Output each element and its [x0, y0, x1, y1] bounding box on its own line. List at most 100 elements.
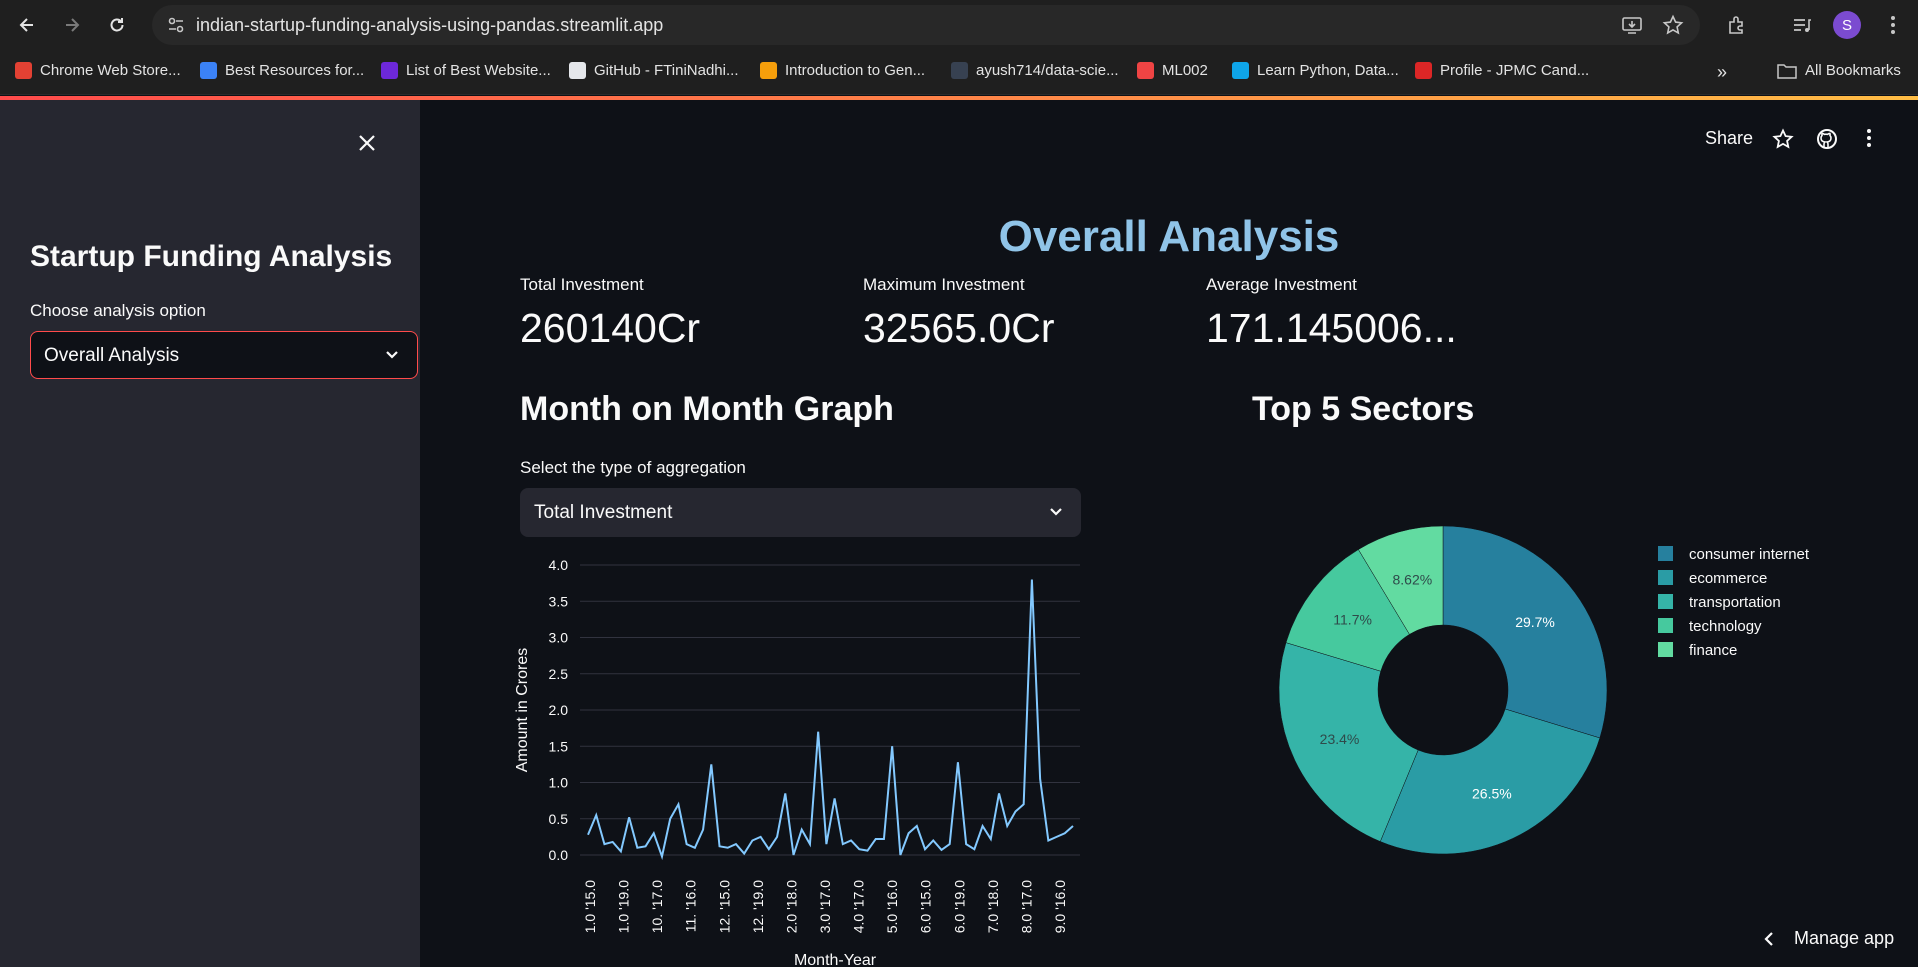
more-bookmarks-chevron-icon[interactable]: »	[1717, 62, 1727, 83]
series-line[interactable]	[587, 579, 1074, 861]
bookmark-star-icon[interactable]	[1660, 12, 1686, 38]
analysis-option-value: Overall Analysis	[44, 345, 180, 366]
bookmark-item[interactable]: Chrome Web Store...	[15, 62, 181, 79]
metric-value: 260140Cr	[520, 305, 701, 351]
legend-label[interactable]: finance	[1689, 642, 1737, 659]
sidebar-title: Startup Funding Analysis	[30, 240, 393, 273]
x-tick-label: 12. '15.0	[716, 880, 732, 933]
app-menu-icon[interactable]	[1866, 128, 1872, 148]
analysis-option-label: Choose analysis option	[30, 301, 206, 320]
slice-label: 23.4%	[1320, 731, 1360, 747]
legend-swatch[interactable]	[1658, 594, 1673, 609]
x-tick-label: 6.0 '19.0	[951, 880, 967, 933]
browser-menu-icon[interactable]	[1880, 12, 1906, 38]
bookmark-favicon-icon	[1232, 62, 1249, 79]
bookmark-item[interactable]: Learn Python, Data...	[1232, 62, 1399, 79]
x-tick-label: 11. '16.0	[683, 880, 699, 932]
slice-label: 29.7%	[1515, 614, 1555, 630]
share-button[interactable]: Share	[1705, 128, 1753, 149]
bookmark-favicon-icon	[15, 62, 32, 79]
manage-app-button[interactable]: Manage app	[1762, 928, 1894, 949]
metric-maximum-investment: Maximum Investment 32565.0Cr	[863, 275, 1054, 352]
pie-slice-consumer-internet[interactable]	[1442, 525, 1608, 739]
legend-swatch[interactable]	[1658, 642, 1673, 657]
bookmark-favicon-icon	[200, 62, 217, 79]
legend-swatch[interactable]	[1658, 618, 1673, 633]
x-tick-label: 3.0 '17.0	[817, 880, 833, 933]
reload-icon[interactable]	[102, 10, 132, 40]
legend-swatch[interactable]	[1658, 570, 1673, 585]
bookmark-favicon-icon	[1415, 62, 1432, 79]
slice-label: 8.62%	[1392, 572, 1432, 588]
chevron-down-icon	[1050, 508, 1062, 516]
metric-label: Total Investment	[520, 275, 644, 294]
all-bookmarks-folder[interactable]: All Bookmarks	[1777, 62, 1901, 79]
bookmark-item[interactable]: List of Best Website...	[381, 62, 551, 79]
forward-icon[interactable]	[57, 10, 87, 40]
profile-avatar[interactable]: S	[1833, 11, 1861, 39]
bookmark-favicon-icon	[951, 62, 968, 79]
y-tick-label: 3.5	[549, 593, 569, 609]
legend-label[interactable]: technology	[1689, 618, 1762, 635]
folder-icon	[1777, 63, 1797, 79]
media-controls-icon[interactable]	[1789, 12, 1815, 38]
bookmark-favicon-icon	[381, 62, 398, 79]
chevron-left-icon	[1764, 931, 1773, 946]
slice-label: 11.7%	[1333, 612, 1372, 628]
legend-label[interactable]: ecommerce	[1689, 570, 1767, 587]
y-tick-label: 2.0	[549, 702, 569, 718]
y-tick-label: 0.0	[549, 847, 569, 863]
aggregation-select[interactable]: Total Investment	[520, 488, 1081, 537]
sidebar	[0, 100, 420, 967]
legend-label[interactable]: transportation	[1689, 594, 1781, 611]
aggregation-value: Total Investment	[534, 502, 673, 523]
close-sidebar-icon[interactable]	[354, 130, 380, 156]
y-tick-label: 3.0	[549, 630, 569, 646]
url-text[interactable]: indian-startup-funding-analysis-using-pa…	[196, 15, 663, 36]
chevron-down-icon	[386, 351, 398, 359]
metric-label: Maximum Investment	[863, 275, 1025, 294]
bookmark-item[interactable]: Introduction to Gen...	[760, 62, 925, 79]
slice-label: 26.5%	[1472, 786, 1512, 802]
bookmark-item[interactable]: GitHub - FTiniNadhi...	[569, 62, 739, 79]
y-tick-label: 4.0	[549, 557, 569, 573]
metric-label: Average Investment	[1206, 275, 1357, 294]
top-sectors-donut-chart[interactable]: 29.7% 26.5% 23.4% 11.7% 8.62% consumer intern…	[1260, 510, 1860, 870]
legend-label[interactable]: consumer internet	[1689, 546, 1810, 563]
install-app-icon[interactable]	[1619, 12, 1645, 38]
aggregation-label: Select the type of aggregation	[520, 458, 746, 477]
bookmark-item[interactable]: ayush714/data-scie...	[951, 62, 1119, 79]
metric-value: 171.145006...	[1206, 305, 1457, 351]
y-tick-label: 2.5	[549, 666, 569, 682]
bookmark-item[interactable]: ML002	[1137, 62, 1208, 79]
mom-graph-heading: Month on Month Graph	[520, 390, 894, 428]
x-tick-label: 9.0 '16.0	[1052, 880, 1068, 933]
legend-swatch[interactable]	[1658, 546, 1673, 561]
bookmark-favicon-icon	[1137, 62, 1154, 79]
analysis-option-select[interactable]: Overall Analysis	[30, 331, 418, 379]
x-tick-label: 1.0 '19.0	[616, 880, 632, 933]
address-bar[interactable]: indian-startup-funding-analysis-using-pa…	[152, 5, 1700, 45]
favorite-star-icon[interactable]	[1772, 128, 1794, 150]
x-tick-label: 1.0 '15.0	[582, 880, 598, 933]
bookmarks-bar: Chrome Web Store... Best Resources for..…	[0, 50, 1918, 95]
month-on-month-line-chart[interactable]: 0.0 0.5 1.0 1.5 2.0 2.5 3.0 3.5 4.0 1.0 '15.0 1.0 …	[505, 550, 1095, 967]
y-tick-label: 1.0	[549, 775, 569, 791]
bookmark-item[interactable]: Best Resources for...	[200, 62, 364, 79]
x-axis-title: Month-Year	[794, 952, 877, 967]
x-tick-label: 6.0 '15.0	[918, 880, 934, 933]
x-tick-label: 4.0 '17.0	[851, 880, 867, 933]
x-tick-label: 10. '17.0	[649, 880, 665, 933]
y-tick-label: 0.5	[549, 811, 569, 827]
bookmark-item[interactable]: Profile - JPMC Cand...	[1415, 62, 1589, 79]
metric-value: 32565.0Cr	[863, 305, 1055, 351]
pie-slice-ecommerce[interactable]	[1379, 708, 1601, 855]
x-tick-label: 7.0 '18.0	[985, 880, 1001, 933]
back-icon[interactable]	[12, 10, 42, 40]
x-tick-label: 5.0 '16.0	[884, 880, 900, 933]
extensions-icon[interactable]	[1724, 12, 1750, 38]
bookmark-favicon-icon	[760, 62, 777, 79]
metric-total-investment: Total Investment 260140Cr	[520, 275, 700, 352]
site-settings-icon[interactable]	[166, 15, 186, 35]
github-icon[interactable]	[1816, 128, 1838, 150]
